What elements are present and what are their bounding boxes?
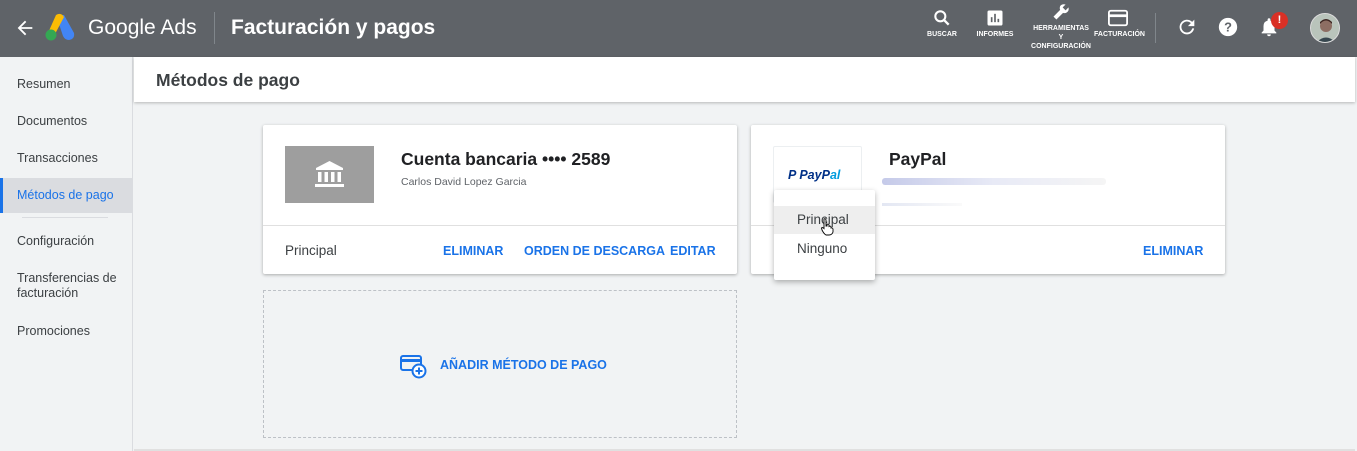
bank-account-card: Cuenta bancaria •••• 2589 Carlos David L… [263,125,737,274]
paypal-logo-part1: P PayP [788,168,830,182]
paypal-logo-text: P PayPal [788,168,840,182]
svg-text:?: ? [1224,20,1232,35]
reports-icon [987,10,1003,26]
toolbar-divider [1155,13,1156,43]
google-ads-logo-icon[interactable] [44,13,76,41]
title-divider [214,12,215,44]
user-avatar[interactable] [1310,13,1340,43]
sidebar-item-documentos[interactable]: Documentos [0,114,132,129]
search-tool-button[interactable]: BUSCAR [926,8,958,39]
add-card-icon [400,355,427,379]
paypal-logo-part2: al [829,168,841,182]
bank-delete-button[interactable]: ELIMINAR [443,244,503,258]
section-header: Métodos de pago [134,57,1355,102]
bank-icon [315,161,344,187]
add-payment-method-label: AÑADIR MÉTODO DE PAGO [440,358,607,372]
wrench-icon [1053,4,1069,20]
help-icon[interactable]: ? [1217,16,1239,38]
reports-tool-label: INFORMES [976,31,1014,38]
page-title: Facturación y pagos [231,16,436,39]
sidebar-item-transacciones[interactable]: Transacciones [0,151,132,166]
tools-label-line3: CONFIGURACIÓN [1031,43,1091,50]
download-order-button[interactable]: ORDEN DE DESCARGA [524,244,665,258]
paypal-delete-button[interactable]: ELIMINAR [1143,244,1203,258]
search-tool-label: BUSCAR [927,31,957,38]
sidebar-item-metodos-de-pago[interactable]: Métodos de pago [0,178,132,213]
notification-badge: ! [1271,12,1288,29]
add-payment-method-button[interactable]: AÑADIR MÉTODO DE PAGO [263,290,737,438]
search-icon [934,10,950,26]
credit-card-icon [1108,9,1128,27]
sidebar-item-promociones[interactable]: Promociones [0,324,132,339]
tools-config-button[interactable]: HERRAMIENTAS Y CONFIGURACIÓN [1030,2,1092,51]
bank-edit-button[interactable]: EDITAR [670,244,716,258]
bank-account-title: Cuenta bancaria •••• 2589 [401,149,611,169]
top-app-bar: Google Ads Facturación y pagos BUSCAR IN… [0,0,1357,57]
tools-label-line2: Y [1058,34,1064,41]
sidebar-item-transferencias[interactable]: Transferencias de facturación [0,271,132,301]
left-nav: Resumen Documentos Transacciones Métodos… [0,57,133,451]
redacted-detail [882,203,962,206]
sidebar-divider [22,217,108,218]
brand-name: Google Ads [88,16,197,39]
reports-tool-button[interactable]: INFORMES [973,8,1017,39]
sidebar-item-resumen[interactable]: Resumen [0,77,132,92]
paypal-title: PayPal [889,149,947,169]
refresh-icon[interactable] [1176,16,1198,38]
billing-tool-button[interactable]: FACTURACIÓN [1094,8,1145,39]
redacted-email [882,178,1106,185]
section-title: Métodos de pago [156,70,300,90]
tools-label-line1: HERRAMIENTAS [1033,25,1089,32]
avatar-person-icon [1311,14,1339,42]
bank-logo [285,146,374,203]
account-holder-name: Carlos David Lopez Garcia [401,176,527,188]
sidebar-item-configuracion[interactable]: Configuración [0,234,132,249]
hand-cursor-icon [821,218,834,236]
menu-option-ninguno[interactable]: Ninguno [774,235,875,263]
billing-tool-label: FACTURACIÓN [1094,31,1145,38]
card-divider [263,225,737,226]
bank-status-label: Principal [285,243,337,258]
back-arrow-icon[interactable] [14,17,36,39]
